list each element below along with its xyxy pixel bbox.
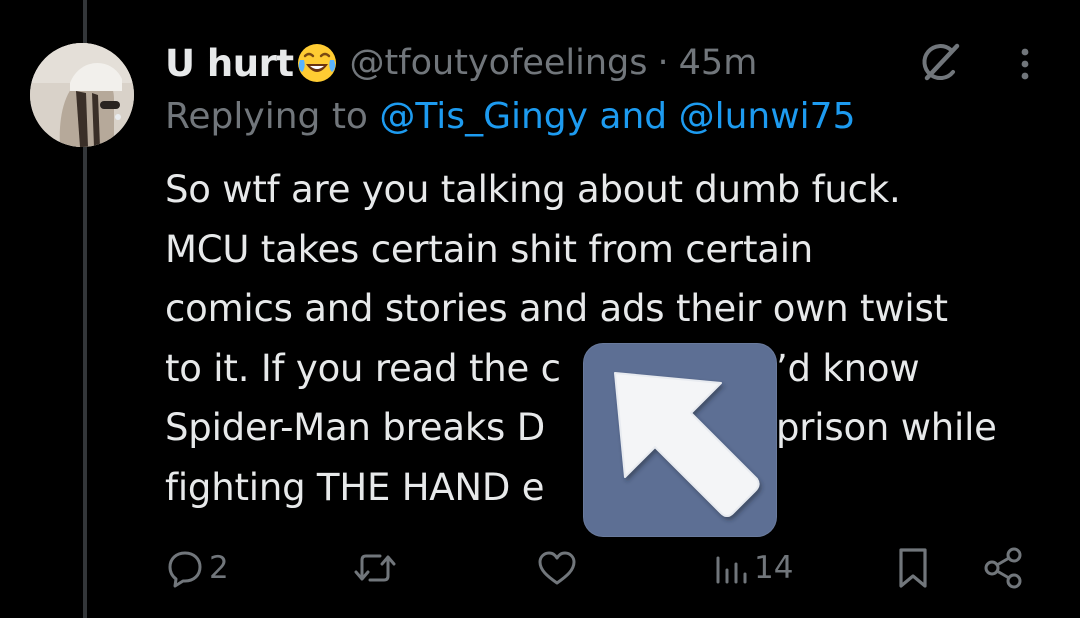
repost-icon bbox=[352, 548, 398, 588]
avatar[interactable] bbox=[30, 43, 134, 147]
tweet-header: U hurt @tfoutyofeelings · 45m bbox=[165, 38, 757, 88]
tweet-text-line: comics and stories and ads their own twi… bbox=[165, 287, 948, 330]
tweet-action-bar: 2 14 bbox=[0, 540, 1080, 596]
views-count: 14 bbox=[754, 550, 794, 586]
more-dots-icon[interactable] bbox=[1012, 44, 1038, 84]
share-icon bbox=[982, 546, 1026, 590]
reply-button[interactable]: 2 bbox=[165, 546, 229, 590]
repost-button[interactable] bbox=[352, 546, 402, 590]
tweet-text-fragment: prison while bbox=[776, 406, 997, 449]
separator-dot: · bbox=[657, 43, 669, 83]
share-button[interactable] bbox=[982, 546, 1026, 590]
tweet-text-line: MCU takes certain shit from certain bbox=[165, 227, 814, 271]
bookmark-button[interactable] bbox=[893, 546, 933, 590]
views-bar-chart-icon bbox=[712, 548, 750, 588]
timestamp[interactable]: 45m bbox=[679, 43, 758, 83]
grok-icon[interactable] bbox=[915, 42, 963, 86]
reply-count: 2 bbox=[209, 550, 229, 586]
bookmark-icon bbox=[893, 546, 933, 590]
like-button[interactable] bbox=[535, 546, 583, 590]
tweet-text-line: So wtf are you talking about dumb fuck. bbox=[165, 168, 901, 211]
up-left-arrow-icon bbox=[583, 343, 777, 537]
user-handle[interactable]: @tfoutyofeelings bbox=[350, 43, 648, 83]
tweet-text-fragment: to it. If you read the c bbox=[165, 346, 561, 390]
heart-icon bbox=[535, 548, 579, 588]
reply-bubble-icon bbox=[165, 548, 205, 588]
tweet-text-fragment: ’d know bbox=[776, 346, 920, 390]
mention-link[interactable]: @lunwi75 bbox=[679, 96, 856, 137]
replying-joiner: and bbox=[599, 96, 668, 137]
display-name[interactable]: U hurt bbox=[165, 42, 294, 85]
replying-to-label: Replying to bbox=[165, 96, 368, 137]
face-with-tears-of-joy-emoji bbox=[296, 42, 338, 84]
mention-link[interactable]: @Tis_Gingy bbox=[379, 96, 588, 137]
tweet-text-fragment: Spider-Man breaks D bbox=[165, 406, 545, 449]
views-button[interactable]: 14 bbox=[712, 546, 793, 590]
replying-to-line: Replying to @Tis_Gingy and @lunwi75 bbox=[165, 96, 855, 137]
